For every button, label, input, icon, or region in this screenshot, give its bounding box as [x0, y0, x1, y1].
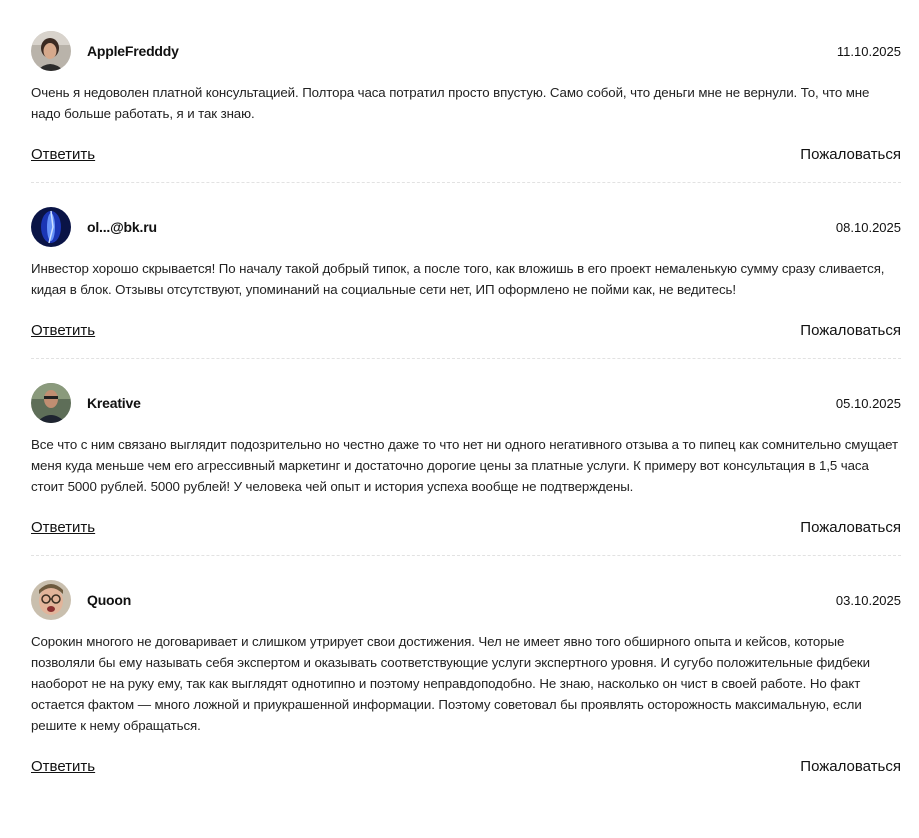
review-date: 08.10.2025 [835, 219, 901, 235]
avatar [31, 580, 71, 620]
report-link[interactable]: Пожаловаться [800, 322, 901, 339]
avatar [31, 31, 71, 71]
avatar-photo-man-outdoor-icon [31, 383, 71, 423]
reply-link[interactable]: Ответить [31, 519, 95, 536]
avatar-photo-glasses-icon [31, 580, 71, 620]
avatar-blue-light-icon [31, 207, 71, 247]
reply-link[interactable]: Ответить [31, 146, 95, 163]
review-header: Kreative 05.10.2025 [31, 383, 901, 423]
review-header: ol...@bk.ru 08.10.2025 [31, 207, 901, 247]
review-header: AppleFredddy 11.10.2025 [31, 31, 901, 71]
report-link[interactable]: Пожаловаться [800, 146, 901, 163]
avatar-photo-dark-hair-icon [31, 31, 71, 71]
review-text: Сорокин многого не договаривает и слишко… [31, 634, 870, 733]
review-actions: Ответить Пожаловаться [31, 318, 901, 342]
avatar [31, 207, 71, 247]
review-text: Все что с ним связано выглядит подозрите… [31, 437, 898, 494]
review-author: ol...@bk.ru [87, 219, 157, 235]
review-author: Quoon [87, 592, 132, 608]
review-actions: Ответить Пожаловаться [31, 142, 901, 166]
avatar [31, 383, 71, 423]
reply-link[interactable]: Ответить [31, 758, 95, 775]
review-date: 05.10.2025 [835, 395, 901, 411]
review-text: Очень я недоволен платной консультацией.… [31, 85, 870, 121]
review-item: AppleFredddy 11.10.2025 Очень я недоволе… [31, 31, 901, 183]
report-link[interactable]: Пожаловаться [800, 758, 901, 775]
review-author: Kreative [87, 395, 141, 411]
reply-link[interactable]: Ответить [31, 322, 95, 339]
review-text: Инвестор хорошо скрывается! По началу та… [31, 261, 885, 297]
review-item: ol...@bk.ru 08.10.2025 Инвестор хорошо с… [31, 207, 901, 359]
review-date: 11.10.2025 [836, 43, 901, 59]
review-author: AppleFredddy [87, 43, 179, 59]
review-item: Kreative 05.10.2025 Все что с ним связан… [31, 383, 901, 556]
report-link[interactable]: Пожаловаться [800, 519, 901, 536]
reviews-list: AppleFredddy 11.10.2025 Очень я недоволе… [31, 31, 901, 818]
review-actions: Ответить Пожаловаться [31, 515, 901, 539]
review-item: Quoon 03.10.2025 Сорокин многого не дого… [31, 580, 901, 794]
review-header: Quoon 03.10.2025 [31, 580, 901, 620]
review-date: 03.10.2025 [835, 592, 901, 608]
review-actions: Ответить Пожаловаться [31, 754, 901, 778]
